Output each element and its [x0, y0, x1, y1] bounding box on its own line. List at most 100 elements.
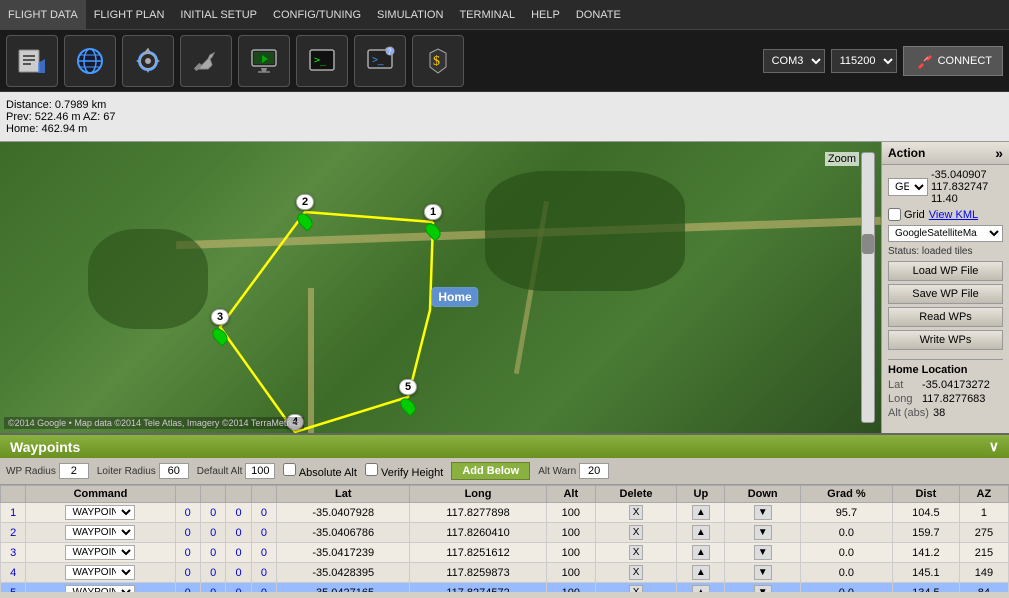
- toolbar-initial-setup[interactable]: [122, 35, 174, 87]
- row-p3[interactable]: 0: [226, 563, 251, 583]
- row-p2[interactable]: 0: [200, 563, 225, 583]
- row-num[interactable]: 5: [1, 583, 26, 593]
- row-p4[interactable]: 0: [251, 523, 276, 543]
- toolbar-help[interactable]: ? >_: [354, 35, 406, 87]
- baud-rate-select[interactable]: 115200: [831, 49, 897, 73]
- row-num[interactable]: 4: [1, 563, 26, 583]
- row-delete: X: [595, 543, 676, 563]
- row-num[interactable]: 1: [1, 503, 26, 523]
- row-p2[interactable]: 0: [200, 503, 225, 523]
- absolute-alt-label[interactable]: Absolute Alt: [283, 463, 357, 479]
- loiter-radius-input[interactable]: [159, 463, 189, 479]
- row-num[interactable]: 2: [1, 523, 26, 543]
- row-p4[interactable]: 0: [251, 563, 276, 583]
- menu-simulation[interactable]: SIMULATION: [369, 0, 451, 29]
- com-port-select[interactable]: COM3: [763, 49, 825, 73]
- command-select[interactable]: WAYPOINT: [65, 525, 135, 540]
- toolbar-donate[interactable]: $: [412, 35, 464, 87]
- row-dist: 134.5: [892, 583, 959, 593]
- alt-warn-input[interactable]: [579, 463, 609, 479]
- grid-checkbox[interactable]: [888, 208, 901, 221]
- waypoint-marker-5[interactable]: 5: [399, 379, 417, 415]
- delete-button[interactable]: X: [629, 565, 644, 580]
- menu-donate[interactable]: DONATE: [568, 0, 629, 29]
- delete-button[interactable]: X: [629, 585, 644, 592]
- toolbar-flight-data[interactable]: [6, 35, 58, 87]
- delete-button[interactable]: X: [629, 505, 644, 520]
- map-container[interactable]: 1 2 3 4 5 Home Zoom ©2014 Google: [0, 142, 881, 433]
- waypoint-marker-2[interactable]: 2: [296, 194, 314, 230]
- write-wps-button[interactable]: Write WPs: [888, 330, 1003, 350]
- command-select[interactable]: WAYPOINT: [65, 565, 135, 580]
- row-p3[interactable]: 0: [226, 523, 251, 543]
- up-button[interactable]: ▲: [692, 525, 710, 540]
- row-p4[interactable]: 0: [251, 583, 276, 593]
- grid-row: Grid View KML: [888, 208, 1003, 221]
- menu-config-tuning[interactable]: CONFIG/TUNING: [265, 0, 369, 29]
- menu-initial-setup[interactable]: INITIAL SETUP: [172, 0, 265, 29]
- load-wp-button[interactable]: Load WP File: [888, 261, 1003, 281]
- row-p3[interactable]: 0: [226, 543, 251, 563]
- delete-button[interactable]: X: [629, 545, 644, 560]
- waypoint-marker-3[interactable]: 3: [211, 309, 229, 345]
- verify-height-checkbox[interactable]: [365, 463, 378, 476]
- toolbar-simulation[interactable]: [238, 35, 290, 87]
- toolbar-terminal[interactable]: >_: [296, 35, 348, 87]
- verify-height-label[interactable]: Verify Height: [365, 463, 443, 479]
- waypoints-table-container[interactable]: Command Lat Long Alt Delete Up Down Grad…: [0, 485, 1009, 592]
- menu-terminal[interactable]: TERMINAL: [451, 0, 523, 29]
- panel-collapse-btn[interactable]: »: [995, 145, 1003, 161]
- toolbar-config[interactable]: [180, 35, 232, 87]
- connect-button[interactable]: CONNECT: [903, 46, 1003, 76]
- row-p2[interactable]: 0: [200, 543, 225, 563]
- row-p1[interactable]: 0: [175, 583, 200, 593]
- down-button[interactable]: ▼: [754, 565, 772, 580]
- row-num[interactable]: 3: [1, 543, 26, 563]
- command-select[interactable]: WAYPOINT: [65, 505, 135, 520]
- row-p4[interactable]: 0: [251, 503, 276, 523]
- waypoints-collapse-icon[interactable]: ∨: [989, 438, 999, 455]
- toolbar-flight-plan[interactable]: [64, 35, 116, 87]
- menu-help[interactable]: HELP: [523, 0, 568, 29]
- coord-type-select[interactable]: GEO: [888, 178, 928, 196]
- up-button[interactable]: ▲: [692, 505, 710, 520]
- absolute-alt-checkbox[interactable]: [283, 463, 296, 476]
- row-lon: 117.8251612: [410, 543, 546, 563]
- row-lat: -35.0417239: [277, 543, 410, 563]
- up-button[interactable]: ▲: [692, 565, 710, 580]
- toolbar: >_ ? >_ $ COM3 115200: [0, 30, 1009, 92]
- view-kml-link[interactable]: View KML: [929, 209, 978, 221]
- row-p3[interactable]: 0: [226, 583, 251, 593]
- save-wp-button[interactable]: Save WP File: [888, 284, 1003, 304]
- home-marker[interactable]: Home: [431, 287, 478, 307]
- add-below-button[interactable]: Add Below: [451, 462, 530, 480]
- row-grad: 0.0: [800, 523, 892, 543]
- menu-flight-plan[interactable]: FLIGHT PLAN: [86, 0, 173, 29]
- waypoints-section: Waypoints ∨ WP Radius Loiter Radius Defa…: [0, 433, 1009, 598]
- down-button[interactable]: ▼: [754, 545, 772, 560]
- command-select[interactable]: WAYPOINT: [65, 545, 135, 560]
- waypoint-marker-1[interactable]: 1: [424, 204, 442, 240]
- row-p1[interactable]: 0: [175, 523, 200, 543]
- up-button[interactable]: ▲: [692, 545, 710, 560]
- row-p1[interactable]: 0: [175, 503, 200, 523]
- wp-radius-input[interactable]: [59, 463, 89, 479]
- map-type-select[interactable]: GoogleSatelliteMa: [888, 225, 1003, 242]
- down-button[interactable]: ▼: [754, 585, 772, 592]
- default-alt-input[interactable]: [245, 463, 275, 479]
- row-p2[interactable]: 0: [200, 523, 225, 543]
- down-button[interactable]: ▼: [754, 505, 772, 520]
- row-p4[interactable]: 0: [251, 543, 276, 563]
- command-select[interactable]: WAYPOINT: [65, 585, 135, 592]
- delete-button[interactable]: X: [629, 525, 644, 540]
- row-p3[interactable]: 0: [226, 503, 251, 523]
- zoom-bar[interactable]: [861, 152, 875, 423]
- up-button[interactable]: ▲: [692, 585, 710, 592]
- read-wps-button[interactable]: Read WPs: [888, 307, 1003, 327]
- down-button[interactable]: ▼: [754, 525, 772, 540]
- grid-checkbox-label[interactable]: Grid: [888, 208, 925, 221]
- menu-flight-data[interactable]: FLIGHT DATA: [0, 0, 86, 29]
- row-p1[interactable]: 0: [175, 543, 200, 563]
- row-p2[interactable]: 0: [200, 583, 225, 593]
- row-p1[interactable]: 0: [175, 563, 200, 583]
